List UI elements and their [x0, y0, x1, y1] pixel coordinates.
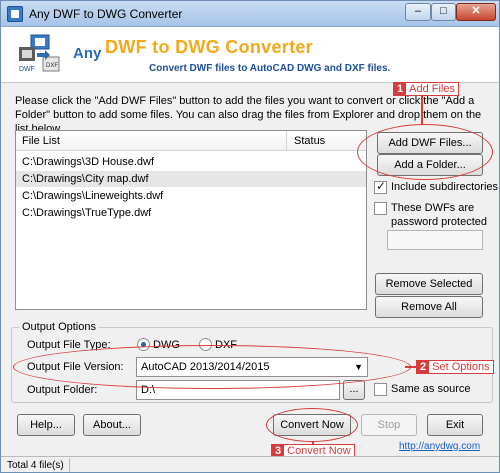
website-link[interactable]: http://anydwg.com [399, 441, 480, 452]
dwf-dwg-logo-icon: DWF DXF [19, 34, 60, 73]
window-title: Any DWF to DWG Converter [29, 7, 183, 21]
app-icon [7, 6, 23, 22]
header-banner: DWF DXF Any DWF to DWG Converter Convert… [1, 27, 499, 83]
password-label-line1: These DWFs are [391, 202, 475, 214]
minimize-button[interactable]: – [405, 3, 431, 21]
password-label-line2: password protected [391, 216, 487, 228]
maximize-button[interactable]: □ [431, 3, 456, 21]
file-row[interactable]: C:\Drawings\TrueType.dwf [16, 205, 366, 221]
output-folder-label: Output Folder: [27, 384, 98, 396]
brand-prefix: Any [73, 45, 102, 62]
annotation-ellipse-add-files [357, 124, 493, 180]
column-status[interactable]: Status [294, 135, 325, 147]
status-bar: Total 4 file(s) [1, 456, 499, 472]
password-input[interactable] [387, 230, 483, 250]
annotation-callout-2: 2 Set Options [416, 360, 494, 374]
remove-all-button[interactable]: Remove All [375, 296, 483, 318]
remove-selected-button[interactable]: Remove Selected [375, 273, 483, 295]
file-row[interactable]: C:\Drawings\3D House.dwf [16, 154, 366, 170]
same-as-source-checkbox[interactable] [374, 383, 387, 396]
include-subdirectories-label: Include subdirectories [391, 181, 499, 193]
file-row[interactable]: C:\Drawings\City map.dwf [16, 171, 366, 187]
callout-text: Add Files [409, 83, 455, 95]
annotation-callout-1: 1 Add Files [393, 82, 459, 96]
logo-tag: DXF [46, 63, 58, 69]
status-divider [69, 458, 70, 472]
file-row[interactable]: C:\Drawings\Lineweights.dwf [16, 188, 366, 204]
close-button[interactable]: ✕ [456, 3, 496, 21]
output-options-title: Output Options [19, 321, 99, 333]
password-protected-checkbox[interactable] [374, 202, 387, 215]
stop-button[interactable]: Stop [361, 414, 417, 436]
column-divider[interactable] [286, 131, 287, 151]
logo-label: DWF [19, 66, 35, 73]
title-bar[interactable]: Any DWF to DWG Converter – □ ✕ [1, 1, 499, 27]
callout-number: 1 [394, 83, 407, 95]
same-as-source-label: Same as source [391, 383, 471, 395]
annotation-line [421, 94, 423, 125]
callout-text: Set Options [432, 361, 490, 373]
file-list[interactable]: File List Status C:\Drawings\3D House.dw… [15, 130, 367, 310]
annotation-ellipse-convert [266, 408, 358, 442]
about-button[interactable]: About... [83, 414, 141, 436]
file-list-header: File List Status [16, 131, 366, 151]
column-file-list[interactable]: File List [22, 135, 60, 147]
brand-title: DWF to DWG Converter [105, 37, 313, 57]
help-button[interactable]: Help... [17, 414, 75, 436]
annotation-ellipse-set-options [13, 345, 411, 389]
callout-number: 2 [417, 361, 430, 373]
exit-button[interactable]: Exit [427, 414, 483, 436]
include-subdirectories-checkbox[interactable] [374, 179, 387, 194]
main-window: Any DWF to DWG Converter – □ ✕ DWF DXF A… [0, 0, 500, 473]
brand-subtitle: Convert DWF files to AutoCAD DWG and DXF… [149, 63, 391, 74]
status-text: Total 4 file(s) [7, 460, 64, 471]
